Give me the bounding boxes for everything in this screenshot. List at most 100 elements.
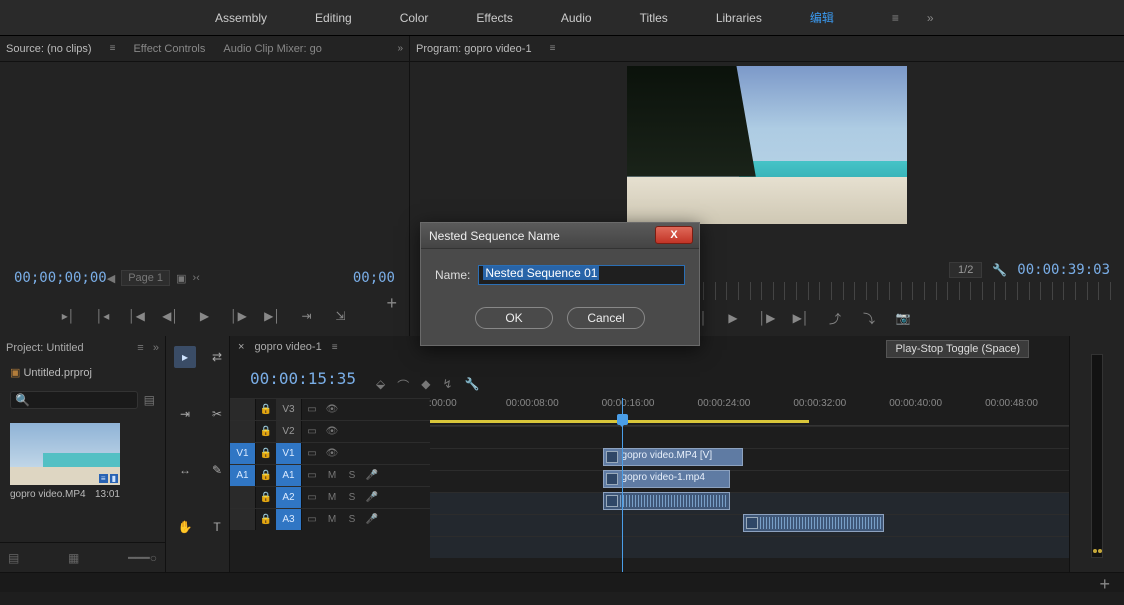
- track-select-tool-icon[interactable]: ⇄: [206, 346, 228, 368]
- tab-effect-controls[interactable]: Effect Controls: [133, 43, 205, 55]
- source-panel: Source: (no clips) ≡ Effect Controls Aud…: [0, 36, 410, 336]
- track-a3[interactable]: A3: [276, 509, 302, 530]
- search-input[interactable]: 🔍: [10, 391, 138, 409]
- mark-in-icon[interactable]: ▸│: [61, 308, 77, 324]
- step-fwd-icon[interactable]: │▶: [231, 308, 247, 324]
- type-tool-icon[interactable]: T: [206, 516, 228, 538]
- ws-audio[interactable]: Audio: [561, 11, 592, 25]
- ws-titles[interactable]: Titles: [640, 11, 668, 25]
- settings-icon[interactable]: ↯: [442, 377, 452, 394]
- wrench-icon[interactable]: 🔧: [465, 377, 480, 394]
- srcpatch-v1[interactable]: V1: [230, 443, 256, 464]
- program-tab[interactable]: Program: gopro video-1: [416, 43, 532, 55]
- go-out-icon[interactable]: ▶│: [265, 308, 281, 324]
- clip-name: gopro video.MP4: [10, 489, 86, 500]
- tab-audio-mixer[interactable]: Audio Clip Mixer: go: [223, 43, 321, 55]
- tools-panel: ▸ ⇄ ⇥ ✂ ↔ ✎ ✋ T: [166, 336, 230, 572]
- overflow-icon[interactable]: »: [397, 43, 403, 54]
- linked-sel-icon[interactable]: ⌒: [397, 377, 409, 394]
- source-transport: ▸│ │◂ │◀ ◀│ ▶ │▶ ▶│ ⇥ ⇲ +: [0, 308, 409, 324]
- icon-view-icon[interactable]: ▦: [68, 551, 79, 565]
- razor-tool-icon[interactable]: ✂: [206, 403, 228, 425]
- workspace-menu-icon[interactable]: ≡: [892, 11, 899, 25]
- extract-icon[interactable]: ⤵: [861, 310, 877, 326]
- audio-meter-panel: [1070, 336, 1124, 572]
- page-prev-icon[interactable]: ◀: [107, 272, 115, 285]
- timeline-tracks[interactable]: :00:00 00:00:08:00 00:00:16:00 00:00:24:…: [430, 398, 1069, 572]
- mark-out-icon[interactable]: │◂: [95, 308, 111, 324]
- zoom-select[interactable]: 1/2: [949, 262, 982, 278]
- source-tc-left: 00;00;00;00: [14, 270, 107, 286]
- slip-tool-icon[interactable]: ↔: [174, 459, 196, 481]
- ws-editing[interactable]: Editing: [315, 11, 352, 25]
- status-bar: [0, 572, 1124, 592]
- ws-color[interactable]: Color: [400, 11, 429, 25]
- p-add-button-icon[interactable]: +: [1099, 574, 1110, 595]
- track-a1[interactable]: A1: [276, 465, 302, 486]
- page-indicator[interactable]: Page 1: [121, 270, 170, 286]
- ws-assembly[interactable]: Assembly: [215, 11, 267, 25]
- list-view-icon[interactable]: ▤: [8, 551, 19, 565]
- pen-tool-icon[interactable]: ✎: [206, 459, 228, 481]
- bracket-icon[interactable]: ›‹: [192, 272, 199, 284]
- selection-tool-icon[interactable]: ▸: [174, 346, 196, 368]
- play-icon[interactable]: ▶: [197, 308, 213, 324]
- snap-icon[interactable]: ⬙: [376, 377, 385, 394]
- filter-icon[interactable]: ▤: [144, 393, 155, 407]
- ws-libraries[interactable]: Libraries: [716, 11, 762, 25]
- workspace-bar: Assembly Editing Color Effects Audio Tit…: [0, 0, 1124, 36]
- project-clip[interactable]: ≡▮ gopro video.MP4 13:01: [10, 423, 120, 500]
- marker-icon[interactable]: ◆: [421, 377, 430, 394]
- track-a2[interactable]: A2: [276, 487, 302, 508]
- p-step-fwd-icon[interactable]: │▶: [759, 310, 775, 326]
- insert-icon[interactable]: ⇥: [299, 308, 315, 324]
- track-v2[interactable]: V2: [276, 421, 302, 442]
- project-tab[interactable]: Project: Untitled: [6, 342, 84, 354]
- project-file: Untitled.prproj: [23, 367, 91, 379]
- p-go-out-icon[interactable]: ▶│: [793, 310, 809, 326]
- bin-icon: ▣: [10, 367, 20, 379]
- audio-meter: [1091, 354, 1103, 558]
- export-frame-icon[interactable]: 📷: [895, 310, 911, 326]
- program-duration: 00:00:39:03: [1017, 262, 1110, 278]
- sequence-name-input[interactable]: Nested Sequence 01: [478, 265, 685, 285]
- name-label: Name:: [435, 268, 470, 282]
- cancel-button[interactable]: Cancel: [567, 307, 645, 329]
- track-v3[interactable]: V3: [276, 399, 302, 420]
- track-v1[interactable]: V1: [276, 443, 302, 464]
- add-button-icon[interactable]: +: [386, 293, 397, 314]
- overwrite-icon[interactable]: ⇲: [333, 308, 349, 324]
- ripple-tool-icon[interactable]: ⇥: [174, 403, 196, 425]
- clip-duration: 13:01: [95, 489, 120, 500]
- hand-tool-icon[interactable]: ✋: [174, 516, 196, 538]
- ok-button[interactable]: OK: [475, 307, 553, 329]
- clip-a2[interactable]: [743, 514, 884, 532]
- time-ruler[interactable]: :00:00 00:00:08:00 00:00:16:00 00:00:24:…: [430, 398, 1069, 426]
- project-panel: Project: Untitled ≡ » ▣ Untitled.prproj …: [0, 336, 166, 572]
- clip-v2[interactable]: gopro video.MP4 [V]: [603, 448, 744, 466]
- p-play-icon[interactable]: ▶: [725, 310, 741, 326]
- program-monitor[interactable]: [627, 66, 907, 224]
- sequence-tab[interactable]: gopro video-1: [254, 341, 321, 353]
- settings-icon[interactable]: 🔧: [992, 263, 1007, 277]
- dialog-close-button[interactable]: X: [655, 226, 693, 244]
- go-in-icon[interactable]: │◀: [129, 308, 145, 324]
- srcpatch-a1[interactable]: A1: [230, 465, 256, 486]
- timeline-panel: × gopro video-1 ≡ Play-Stop Toggle (Spac…: [230, 336, 1070, 572]
- seq-close-icon[interactable]: ×: [238, 341, 244, 353]
- timeline-tc[interactable]: 00:00:15:35: [250, 369, 356, 388]
- fit-icon[interactable]: ▣: [176, 272, 186, 285]
- program-menu-icon[interactable]: ≡: [550, 43, 556, 54]
- workspace-overflow-icon[interactable]: »: [927, 11, 934, 25]
- step-back-icon[interactable]: ◀│: [163, 308, 179, 324]
- tooltip-play-toggle: Play-Stop Toggle (Space): [886, 340, 1029, 358]
- nested-sequence-dialog: Nested Sequence Name X Name: Nested Sequ…: [420, 222, 700, 346]
- track-header-area: 🔒V3 ▭👁 🔒V2 ▭👁 V1 🔒V1 ▭👁 A1 🔒A1 ▭MS🎤 🔒A2 …: [230, 398, 430, 572]
- playhead[interactable]: [622, 398, 623, 572]
- tab-menu-icon[interactable]: ≡: [110, 43, 116, 54]
- lift-icon[interactable]: ⤴: [827, 310, 843, 326]
- ws-effects[interactable]: Effects: [476, 11, 512, 25]
- tab-source[interactable]: Source: (no clips): [6, 43, 92, 55]
- source-tc-right: 00;00: [353, 270, 395, 286]
- ws-edit-cn[interactable]: 编辑: [810, 9, 834, 26]
